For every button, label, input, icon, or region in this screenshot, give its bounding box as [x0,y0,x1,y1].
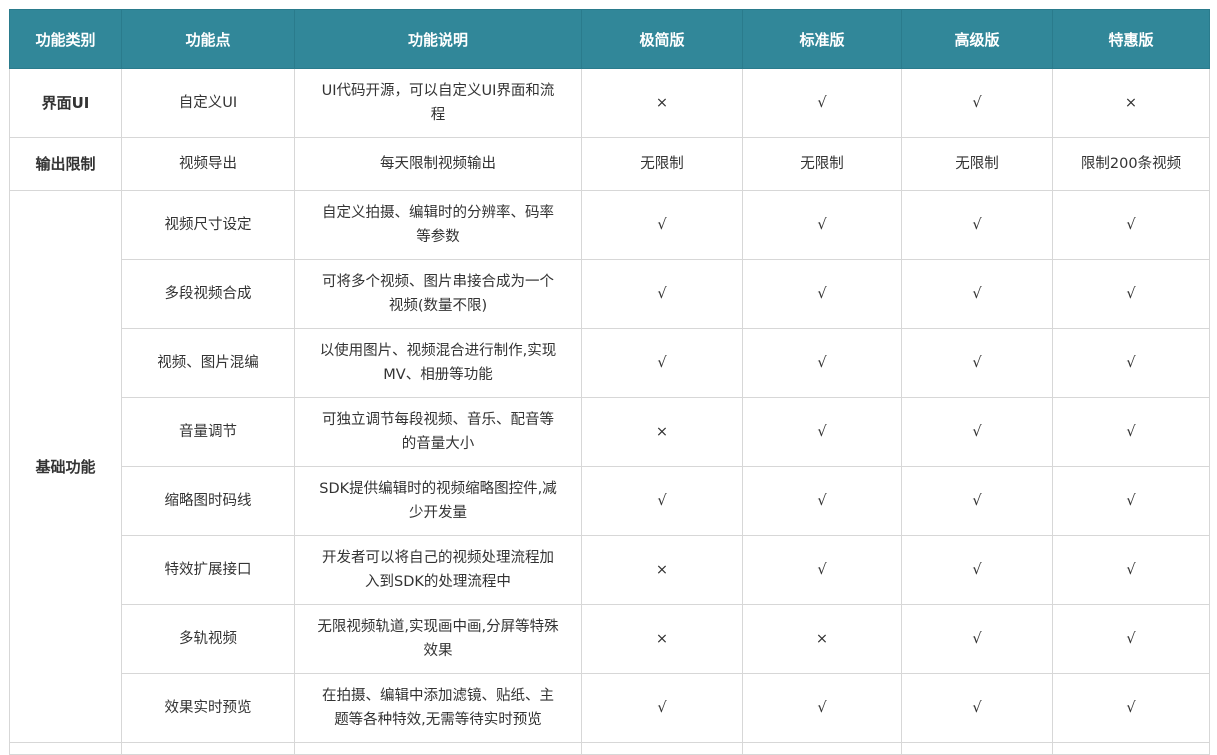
table-row: 多段视频合成 可将多个视频、图片串接合成为一个视频(数量不限) √ √ √ √ [10,259,1210,329]
value-cell: √ [1052,397,1210,467]
table-row-partial [9,742,1210,755]
table-row: 界面UI 自定义UI UI代码开源，可以自定义UI界面和流程 × √ √ × [9,68,1210,138]
category-cell: 输出限制 [9,137,122,191]
header-category: 功能类别 [9,9,122,69]
value-cell: √ [901,397,1053,467]
value-cell: √ [1052,535,1210,605]
value-cell: × [581,397,743,467]
value-cell: √ [742,397,902,467]
value-cell: 无限制 [901,137,1053,191]
table-row: 效果实时预览 在拍摄、编辑中添加滤镜、贴纸、主题等各种特效,无需等待实时预览 √… [10,673,1210,743]
feature-cell: 视频、图片混编 [121,328,295,398]
description-cell: 开发者可以将自己的视频处理流程加入到SDK的处理流程中 [294,535,582,605]
value-cell: √ [901,535,1053,605]
table-row: 输出限制 视频导出 每天限制视频输出 无限制 无限制 无限制 限制200条视频 [9,137,1210,191]
value-cell: √ [742,259,902,329]
feature-cell: 缩略图时码线 [121,466,295,536]
header-description: 功能说明 [294,9,582,69]
description-cell: 可将多个视频、图片串接合成为一个视频(数量不限) [294,259,582,329]
feature-cell: 视频导出 [121,137,295,191]
feature-comparison-table: 功能类别 功能点 功能说明 极简版 标准版 高级版 特惠版 界面UI 自定义UI… [9,9,1210,755]
table-row: 缩略图时码线 SDK提供编辑时的视频缩略图控件,减少开发量 √ √ √ √ [10,466,1210,536]
empty-cell [1052,742,1210,755]
comparison-table-container: 功能类别 功能点 功能说明 极简版 标准版 高级版 特惠版 界面UI 自定义UI… [9,9,1210,755]
value-cell: √ [901,604,1053,674]
description-cell: 每天限制视频输出 [294,137,582,191]
value-cell: × [581,604,743,674]
empty-cell [581,742,743,755]
value-cell: √ [901,190,1053,260]
value-cell: √ [581,673,743,743]
table-row: 音量调节 可独立调节每段视频、音乐、配音等的音量大小 × √ √ √ [10,397,1210,467]
value-cell: √ [742,190,902,260]
value-cell: √ [742,673,902,743]
empty-cell [294,742,582,755]
value-cell: √ [1052,673,1210,743]
feature-cell: 视频尺寸设定 [121,190,295,260]
header-feature: 功能点 [121,9,295,69]
table-row: 多轨视频 无限视频轨道,实现画中画,分屏等特殊效果 × × √ √ [10,604,1210,674]
description-cell: 自定义拍摄、编辑时的分辨率、码率等参数 [294,190,582,260]
value-cell: 限制200条视频 [1052,137,1210,191]
description-cell: SDK提供编辑时的视频缩略图控件,减少开发量 [294,466,582,536]
empty-cell [742,742,902,755]
value-cell: √ [581,466,743,536]
table-row: 基础功能 视频尺寸设定 自定义拍摄、编辑时的分辨率、码率等参数 √ √ √ √ [9,190,1210,743]
table-row: 特效扩展接口 开发者可以将自己的视频处理流程加入到SDK的处理流程中 × √ √… [10,535,1210,605]
value-cell: √ [901,68,1053,138]
value-cell: √ [742,68,902,138]
category-cell-basic: 基础功能 [9,190,122,743]
value-cell: √ [581,259,743,329]
header-edition-minimal: 极简版 [581,9,743,69]
value-cell: √ [1052,328,1210,398]
value-cell: √ [901,673,1053,743]
header-edition-advanced: 高级版 [901,9,1053,69]
description-cell: UI代码开源，可以自定义UI界面和流程 [294,68,582,138]
feature-cell: 特效扩展接口 [121,535,295,605]
value-cell: √ [1052,190,1210,260]
header-edition-standard: 标准版 [742,9,902,69]
feature-cell: 多段视频合成 [121,259,295,329]
description-cell: 可独立调节每段视频、音乐、配音等的音量大小 [294,397,582,467]
feature-cell: 音量调节 [121,397,295,467]
value-cell: × [742,604,902,674]
feature-cell: 自定义UI [121,68,295,138]
value-cell: √ [1052,604,1210,674]
value-cell: 无限制 [581,137,743,191]
category-cell: 界面UI [9,68,122,138]
empty-cell [9,742,122,755]
table-header-row: 功能类别 功能点 功能说明 极简版 标准版 高级版 特惠版 [9,9,1210,69]
empty-cell [901,742,1053,755]
value-cell: √ [901,259,1053,329]
table-row: 视频、图片混编 以使用图片、视频混合进行制作,实现MV、相册等功能 √ √ √ … [10,328,1210,398]
value-cell: √ [581,190,743,260]
empty-cell [121,742,295,755]
description-cell: 无限视频轨道,实现画中画,分屏等特殊效果 [294,604,582,674]
description-cell: 在拍摄、编辑中添加滤镜、贴纸、主题等各种特效,无需等待实时预览 [294,673,582,743]
value-cell: × [581,68,743,138]
feature-cell: 效果实时预览 [121,673,295,743]
value-cell: × [1052,68,1210,138]
value-cell: × [581,535,743,605]
value-cell: √ [742,328,902,398]
value-cell: √ [1052,466,1210,536]
value-cell: √ [581,328,743,398]
value-cell: √ [742,466,902,536]
feature-cell: 多轨视频 [121,604,295,674]
description-cell: 以使用图片、视频混合进行制作,实现MV、相册等功能 [294,328,582,398]
value-cell: √ [901,328,1053,398]
value-cell: √ [1052,259,1210,329]
value-cell: √ [901,466,1053,536]
value-cell: 无限制 [742,137,902,191]
header-edition-special: 特惠版 [1052,9,1210,69]
value-cell: √ [742,535,902,605]
